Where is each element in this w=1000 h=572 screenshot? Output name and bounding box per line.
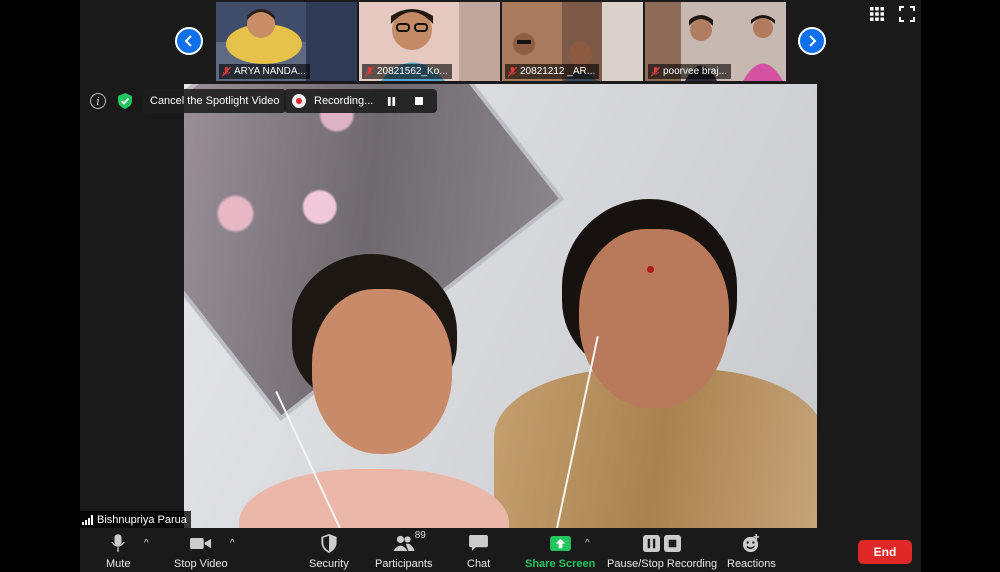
- participants-count: 89: [414, 530, 426, 541]
- video-person: [647, 266, 654, 273]
- stop-recording-button[interactable]: [409, 91, 429, 111]
- next-page-button[interactable]: [798, 27, 826, 55]
- participant-thumbnail[interactable]: poorvee braj...: [645, 2, 786, 81]
- chat-label: Chat: [467, 558, 491, 570]
- video-camera-icon: [189, 532, 212, 554]
- recording-controls-icon: [643, 532, 682, 554]
- participants-icon: 89: [393, 530, 426, 554]
- pause-icon: [387, 96, 395, 106]
- mute-label: Mute: [106, 558, 131, 570]
- mute-button[interactable]: Mute: [106, 532, 130, 570]
- video-options-chevron-icon[interactable]: ^: [230, 538, 235, 549]
- security-button[interactable]: Security: [309, 532, 349, 570]
- participant-thumbnail[interactable]: ARYA NANDA...: [216, 2, 357, 81]
- signal-strength-icon: [82, 514, 93, 525]
- participant-thumbnail[interactable]: 20821562_Ko...: [359, 2, 500, 81]
- participant-name-tag: 20821562_Ko...: [362, 64, 452, 79]
- mic-muted-icon: [364, 66, 375, 77]
- meeting-toolbar: Mute ^ Stop Video ^ Security 89 Particip…: [80, 528, 921, 572]
- stop-video-button[interactable]: Stop Video: [174, 532, 228, 570]
- meeting-info-icon[interactable]: i: [90, 93, 106, 109]
- participant-name: poorvee braj...: [663, 66, 727, 77]
- share-screen-icon: [549, 532, 571, 554]
- chevron-left-icon: [184, 35, 192, 47]
- fullscreen-icon[interactable]: [899, 6, 915, 22]
- pause-stop-recording-button[interactable]: Pause/Stop Recording: [607, 532, 717, 570]
- reactions-button[interactable]: Reactions: [727, 532, 776, 570]
- participant-thumbnail[interactable]: 20821212 _AR...: [502, 2, 643, 81]
- spotlight-video: [184, 84, 817, 528]
- mic-muted-icon: [221, 66, 232, 77]
- participant-name: 20821562_Ko...: [377, 66, 448, 77]
- video-person: [579, 229, 729, 409]
- chat-bubble-icon: [469, 532, 489, 554]
- participant-name-tag: ARYA NANDA...: [219, 64, 310, 79]
- previous-page-button[interactable]: [175, 27, 203, 55]
- security-shield-icon: [321, 532, 337, 554]
- recording-indicator: Recording...: [284, 89, 438, 113]
- chat-button[interactable]: Chat: [467, 532, 490, 570]
- end-meeting-button[interactable]: End: [858, 540, 912, 564]
- participants-button[interactable]: 89 Participants: [375, 530, 433, 570]
- reactions-label: Reactions: [727, 558, 776, 570]
- pause-icon: [643, 534, 661, 552]
- participant-name: ARYA NANDA...: [234, 66, 306, 77]
- share-options-chevron-icon[interactable]: ^: [585, 538, 590, 549]
- mic-muted-icon: [507, 66, 518, 77]
- gallery-view-icon[interactable]: [869, 6, 885, 22]
- view-controls: [869, 6, 915, 22]
- security-label: Security: [309, 558, 349, 570]
- participants-label: Participants: [375, 558, 433, 570]
- share-screen-label: Share Screen: [525, 558, 596, 570]
- audio-options-chevron-icon[interactable]: ^: [144, 538, 149, 549]
- pause-recording-button[interactable]: [381, 91, 401, 111]
- active-speaker-label: Bishnupriya Parua: [80, 511, 191, 528]
- cancel-spotlight-button[interactable]: Cancel the Spotlight Video: [143, 89, 287, 113]
- stop-icon: [664, 534, 682, 552]
- recording-label: Recording...: [314, 95, 374, 107]
- participant-name: 20821212 _AR...: [520, 66, 596, 77]
- chevron-right-icon: [809, 35, 817, 47]
- smiley-icon: [742, 532, 761, 554]
- zoom-window: ARYA NANDA... 20821562_Ko... 20821212 _A…: [80, 0, 921, 572]
- stop-video-label: Stop Video: [174, 558, 228, 570]
- mic-muted-icon: [650, 66, 661, 77]
- microphone-icon: [111, 532, 125, 554]
- pause-stop-recording-label: Pause/Stop Recording: [607, 558, 718, 570]
- stop-icon: [415, 97, 424, 105]
- video-person: [312, 289, 452, 454]
- participant-name-tag: poorvee braj...: [648, 64, 731, 79]
- participant-name-tag: 20821212 _AR...: [505, 64, 600, 79]
- thumbnail-strip: ARYA NANDA... 20821562_Ko... 20821212 _A…: [80, 0, 921, 84]
- active-speaker-name: Bishnupriya Parua: [97, 513, 187, 526]
- recording-cloud-icon: [292, 94, 306, 108]
- encryption-shield-icon[interactable]: [118, 93, 132, 109]
